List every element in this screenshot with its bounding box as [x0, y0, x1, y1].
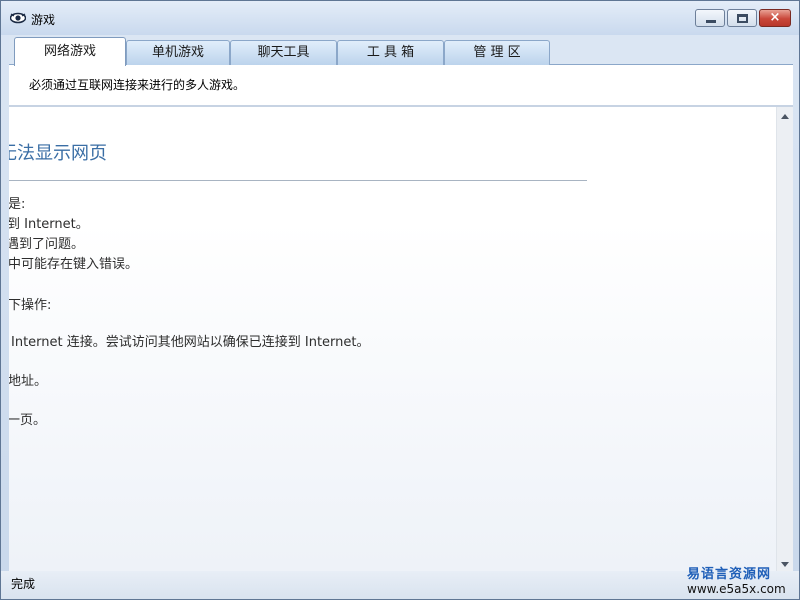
- close-icon: ×: [769, 10, 781, 25]
- maximize-button[interactable]: [727, 9, 757, 27]
- minimize-button[interactable]: [695, 9, 725, 27]
- tab-single-games[interactable]: 单机游戏: [126, 40, 230, 65]
- error-title: 无法显示网页: [9, 143, 107, 164]
- watermark: 易语言资源网 www.e5a5x.com: [687, 567, 786, 597]
- app-window: 游戏 × 网络游戏 单机游戏 聊天工具 工 具 箱 管 理 区 必须通过互联网连…: [0, 0, 800, 600]
- window-title: 游戏: [31, 13, 56, 27]
- tab-toolbox[interactable]: 工 具 箱: [337, 40, 444, 65]
- error-line: 遇到了问题。: [9, 237, 85, 252]
- tab-strip: 网络游戏 单机游戏 聊天工具 工 具 箱 管 理 区: [9, 35, 793, 66]
- eye-icon: [10, 12, 26, 24]
- watermark-url: www.e5a5x.com: [687, 582, 786, 596]
- status-text: 完成: [11, 577, 36, 591]
- watermark-title: 易语言资源网: [687, 567, 772, 582]
- tab-admin[interactable]: 管 理 区: [444, 40, 550, 65]
- error-line: Internet 连接。尝试访问其他网站以确保已连接到 Internet。: [11, 335, 370, 350]
- status-bar: 完成: [1, 571, 799, 599]
- web-browser-view[interactable]: 无法显示网页 是: 到 Internet。 遇到了问题。 中可能存在键入错误。 …: [9, 105, 793, 571]
- divider: [9, 180, 587, 181]
- window-controls: ×: [695, 9, 791, 27]
- minimize-icon: [706, 20, 716, 23]
- tab-panel: 网络游戏 单机游戏 聊天工具 工 具 箱 管 理 区 必须通过互联网连接来进行的…: [9, 35, 793, 105]
- error-line: 下操作:: [9, 298, 52, 313]
- error-line: 地址。: [9, 374, 48, 389]
- error-line: 一页。: [9, 413, 47, 428]
- error-line: 是:: [9, 197, 26, 212]
- error-line: 到 Internet。: [9, 217, 89, 232]
- scroll-up-icon[interactable]: [781, 114, 789, 119]
- tab-online-games[interactable]: 网络游戏: [14, 37, 126, 66]
- tab-description: 必须通过互联网连接来进行的多人游戏。: [29, 78, 246, 92]
- error-line: 中可能存在键入错误。: [9, 257, 139, 272]
- title-bar[interactable]: 游戏 ×: [1, 1, 799, 35]
- close-button[interactable]: ×: [759, 9, 791, 27]
- maximize-icon: [737, 14, 748, 23]
- tab-chat-tools[interactable]: 聊天工具: [230, 40, 337, 65]
- vertical-scrollbar[interactable]: [776, 107, 793, 571]
